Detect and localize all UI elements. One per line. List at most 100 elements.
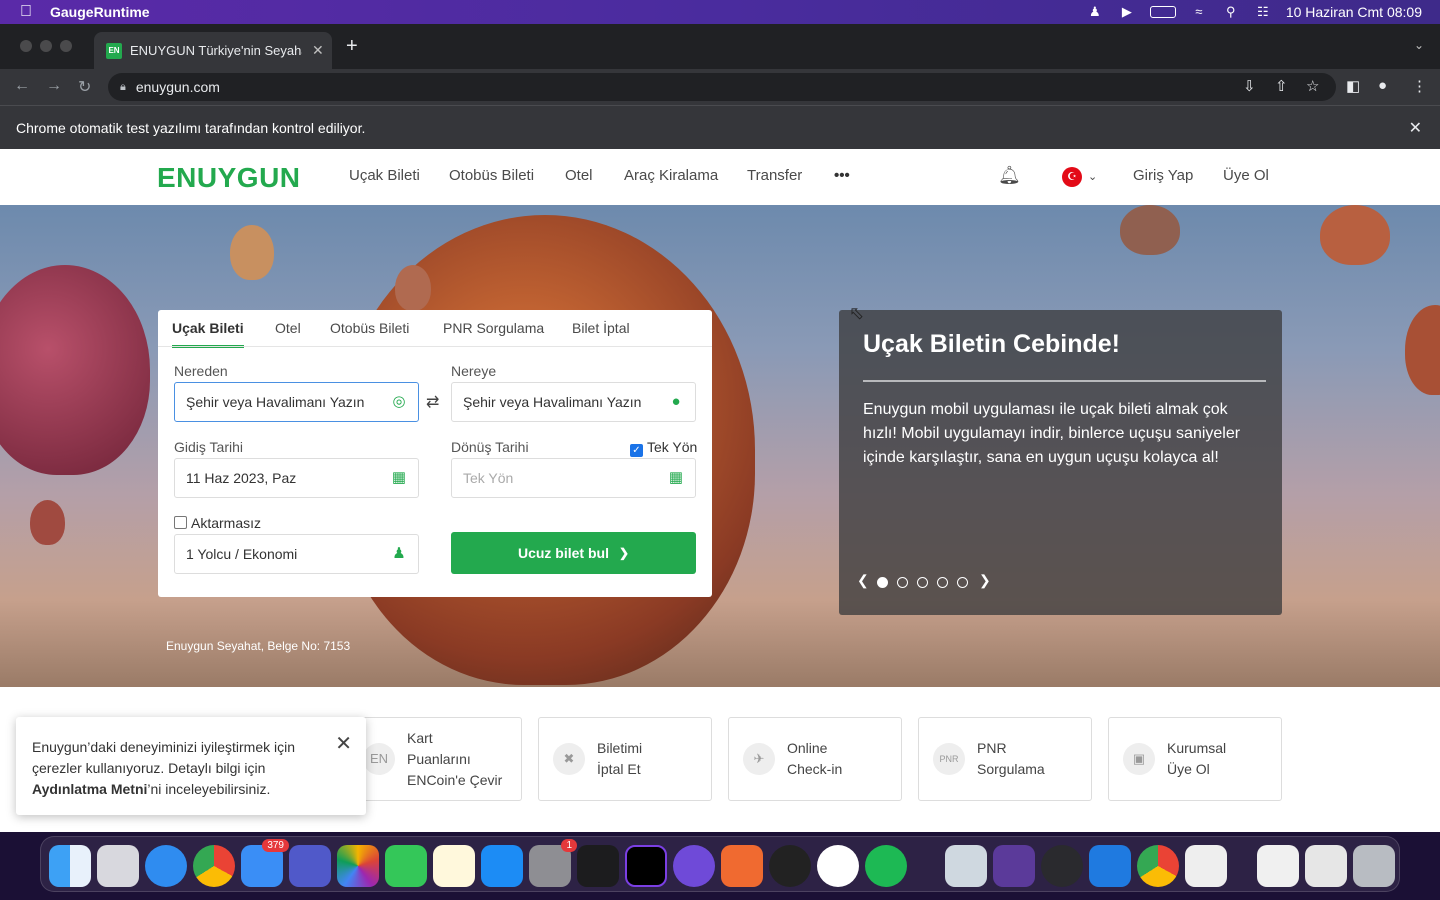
preview-icon[interactable] xyxy=(945,845,987,887)
swap-icon[interactable]: ⇄ xyxy=(426,392,439,412)
address-bar[interactable]: 🔒︎ enuygun.com xyxy=(108,73,1336,101)
close-infobar-icon[interactable]: ✕ xyxy=(1409,118,1422,138)
photos-icon[interactable] xyxy=(337,845,379,887)
browser-tab[interactable]: EN ENUYGUN Türkiye'nin Seyahat ✕ xyxy=(94,32,332,69)
launchpad-icon[interactable] xyxy=(97,845,139,887)
carousel-next-icon[interactable]: ❯ xyxy=(979,572,991,589)
share-icon[interactable]: ⇧ xyxy=(1275,77,1288,95)
finder-icon[interactable] xyxy=(49,845,91,887)
notes-icon[interactable] xyxy=(433,845,475,887)
nav-more-button[interactable]: ••• xyxy=(834,167,850,184)
tab-flight[interactable]: Uçak Bileti xyxy=(172,320,244,348)
language-chevron-icon[interactable]: ⌄ xyxy=(1088,170,1097,183)
return-date-input[interactable]: Tek Yön ▦ xyxy=(451,458,696,498)
screenshot-file-icon[interactable] xyxy=(1305,845,1347,887)
install-icon[interactable]: ⇩ xyxy=(1243,77,1256,95)
java-icon[interactable] xyxy=(1185,845,1227,887)
new-tab-button[interactable]: + xyxy=(346,35,358,58)
depart-date-input[interactable]: 11 Haz 2023, Paz ▦ xyxy=(174,458,419,498)
search-submit-button[interactable]: Ucuz bilet bul ❯ xyxy=(451,532,696,574)
login-link[interactable]: Giriş Yap xyxy=(1133,167,1193,184)
nav-hotel[interactable]: Otel xyxy=(565,167,593,184)
nav-car-rental[interactable]: Araç Kiralama xyxy=(624,167,718,184)
carousel-dot[interactable] xyxy=(917,577,928,588)
carousel-dot[interactable] xyxy=(937,577,948,588)
xcode-icon[interactable] xyxy=(1089,845,1131,887)
mail-icon[interactable]: 379 xyxy=(241,839,289,887)
site-logo[interactable]: ENUYGUN xyxy=(157,162,301,194)
wifi-icon[interactable]: ≈ xyxy=(1190,5,1208,19)
carousel-dot[interactable] xyxy=(877,577,888,588)
minimize-window-button[interactable] xyxy=(40,40,52,52)
passenger-select[interactable]: 1 Yolcu / Ekonomi ♟ xyxy=(174,534,419,574)
color-picker-icon[interactable] xyxy=(769,845,811,887)
app-store-icon[interactable] xyxy=(481,845,523,887)
close-window-button[interactable] xyxy=(20,40,32,52)
carousel-dot[interactable] xyxy=(897,577,908,588)
close-tab-icon[interactable]: ✕ xyxy=(312,42,324,59)
calendar-icon[interactable]: ▦ xyxy=(667,469,685,487)
nav-bus[interactable]: Otobüs Bileti xyxy=(449,167,534,184)
accessibility-app-icon[interactable] xyxy=(817,845,859,887)
pdf-document-icon[interactable] xyxy=(1257,845,1299,887)
browser-app-icon[interactable] xyxy=(673,845,715,887)
apple-icon[interactable]:  xyxy=(20,3,32,21)
privacy-notice-link[interactable]: Aydınlatma Metni xyxy=(32,781,147,797)
location-target-icon[interactable]: ◎ xyxy=(390,393,408,411)
lock-icon[interactable]: 🔒︎ xyxy=(120,81,126,94)
quick-link-corporate[interactable]: ▣ Kurumsal Üye Ol xyxy=(1108,717,1282,801)
system-settings-icon[interactable]: 1 xyxy=(529,839,577,887)
from-input[interactable]: Şehir veya Havalimanı Yazın ◎ xyxy=(174,382,419,422)
close-cookie-icon[interactable]: ✕ xyxy=(335,731,352,756)
signup-link[interactable]: Üye Ol xyxy=(1223,167,1269,184)
battery-icon[interactable] xyxy=(1149,6,1176,18)
spotify-icon[interactable] xyxy=(865,845,907,887)
active-app-name[interactable]: GaugeRuntime xyxy=(50,4,150,20)
direct-checkbox[interactable] xyxy=(174,516,187,529)
one-way-checkbox[interactable]: ✓ xyxy=(630,444,643,457)
profile-icon[interactable]: ● xyxy=(1378,77,1387,94)
direct-label[interactable]: Aktarmasız xyxy=(191,515,261,531)
notification-bell-icon[interactable]: 🔔︎ xyxy=(998,165,1021,186)
tab-cancel-ticket[interactable]: Bilet İptal xyxy=(572,320,630,336)
reload-icon[interactable]: ↻ xyxy=(78,77,91,97)
bookmark-star-icon[interactable]: ☆ xyxy=(1306,77,1319,95)
teams-icon[interactable] xyxy=(289,845,331,887)
safari-icon[interactable] xyxy=(145,845,187,887)
trash-icon[interactable] xyxy=(1353,845,1395,887)
facetime-icon[interactable] xyxy=(385,845,427,887)
pen-app-icon[interactable] xyxy=(721,845,763,887)
side-panel-icon[interactable]: ◧ xyxy=(1346,77,1360,95)
quick-link-cancel-ticket[interactable]: ✖ Biletimi İptal Et xyxy=(538,717,712,801)
one-way-label[interactable]: Tek Yön xyxy=(647,439,697,455)
chrome-icon[interactable] xyxy=(193,845,235,887)
user-lock-icon[interactable]: ♟ xyxy=(1086,5,1104,19)
quick-link-pnr[interactable]: PNR PNR Sorgulama xyxy=(918,717,1092,801)
turkey-flag-icon[interactable]: ☪ xyxy=(1062,167,1082,187)
menu-kebab-icon[interactable]: ⋮ xyxy=(1412,77,1427,95)
spotlight-search-icon[interactable]: ⚲ xyxy=(1222,5,1240,19)
carousel-prev-icon[interactable]: ❮ xyxy=(857,572,869,589)
url-text[interactable]: enuygun.com xyxy=(136,79,220,95)
nav-flight[interactable]: Uçak Bileti xyxy=(349,167,420,184)
tab-bus[interactable]: Otobüs Bileti xyxy=(330,320,409,336)
menubar-datetime[interactable]: 10 Haziran Cmt 08:09 xyxy=(1286,4,1422,20)
intellij-icon[interactable] xyxy=(625,845,667,887)
carousel-dot[interactable] xyxy=(957,577,968,588)
quick-link-encoin[interactable]: EN Kart Puanlarını ENCoin'e Çevir xyxy=(348,717,522,801)
chrome-instance-icon[interactable] xyxy=(1137,845,1179,887)
nav-transfer[interactable]: Transfer xyxy=(747,167,802,184)
back-icon[interactable]: ← xyxy=(14,77,30,95)
one-way-checkbox-wrap[interactable]: ✓ Tek Yön xyxy=(630,439,697,457)
terminal-icon[interactable] xyxy=(577,845,619,887)
control-center-icon[interactable]: ☷ xyxy=(1254,5,1272,19)
play-icon[interactable]: ▶ xyxy=(1118,5,1136,19)
forward-icon[interactable]: → xyxy=(46,77,62,95)
direct-checkbox-wrap[interactable]: Aktarmasız xyxy=(174,515,261,531)
calendar-icon[interactable]: ▦ xyxy=(390,469,408,487)
quick-link-checkin[interactable]: ✈ Online Check-in xyxy=(728,717,902,801)
tab-pnr[interactable]: PNR Sorgulama xyxy=(443,320,544,336)
maximize-window-button[interactable] xyxy=(60,40,72,52)
quicktime-icon[interactable] xyxy=(1041,845,1083,887)
github-desktop-icon[interactable] xyxy=(993,845,1035,887)
